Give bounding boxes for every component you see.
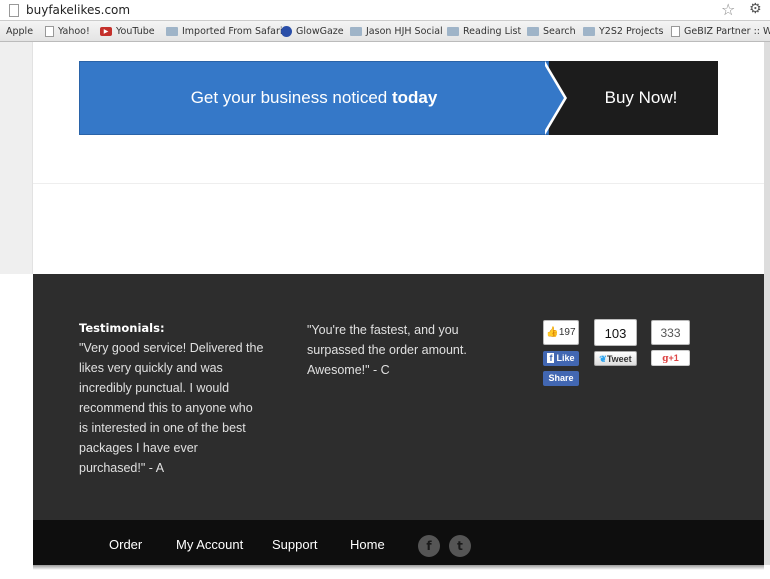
bookmark-jason[interactable]: Jason HJH Social xyxy=(350,26,443,37)
bookmark-reading-list[interactable]: Reading List xyxy=(447,26,521,37)
folder-icon xyxy=(527,27,539,36)
nav-support[interactable]: Support xyxy=(272,537,318,552)
bookmark-label: Apple xyxy=(6,26,34,37)
promo-banner[interactable]: Get your business noticed today Buy Now! xyxy=(79,61,718,135)
bookmark-glowgaze[interactable]: GlowGaze xyxy=(281,26,344,37)
facebook-like-button[interactable]: f Like xyxy=(543,351,579,366)
tweet-label: Tweet xyxy=(606,354,632,364)
facebook-icon[interactable]: f xyxy=(418,535,440,557)
facebook-share-button[interactable]: Share xyxy=(543,371,579,386)
banner-text: Get your business noticed today xyxy=(79,61,549,135)
divider xyxy=(33,183,764,184)
url-text[interactable]: buyfakelikes.com xyxy=(26,3,130,17)
bookmark-label: Reading List xyxy=(463,26,522,37)
address-bar[interactable]: buyfakelikes.com ☆ ⚙ xyxy=(0,0,770,21)
fb-count: 197 xyxy=(558,327,576,338)
bookmark-gebiz[interactable]: GeBIZ Partner :: We xyxy=(671,26,770,37)
glowgaze-icon xyxy=(281,26,292,37)
bookmark-label: Search xyxy=(543,26,576,37)
fb-like-label: Like xyxy=(556,353,575,363)
tweet-button[interactable]: ❦Tweet xyxy=(594,351,637,366)
folder-icon xyxy=(583,27,595,36)
nav-order[interactable]: Order xyxy=(109,537,142,552)
footer-nav: Order My Account Support Home f t xyxy=(33,520,764,565)
buy-now-button[interactable]: Buy Now! xyxy=(564,61,718,135)
bookmark-label: GlowGaze xyxy=(296,26,344,37)
bookmark-label: Imported From Safari xyxy=(182,26,283,37)
folder-icon xyxy=(447,27,459,36)
scrollbar[interactable] xyxy=(764,42,770,565)
bookmark-label: Jason HJH Social xyxy=(366,26,443,37)
plusone-count: 333 xyxy=(651,320,690,345)
bookmark-label: Yahoo! xyxy=(58,26,90,37)
thumbs-up-icon: 👍 xyxy=(546,327,559,338)
nav-home[interactable]: Home xyxy=(350,537,385,552)
page-icon xyxy=(671,26,680,37)
bookmarks-bar: Apple Yahoo! ▶ YouTube Imported From Safa… xyxy=(0,21,770,42)
folder-icon xyxy=(166,27,178,36)
google-plus-button[interactable]: g+1 xyxy=(651,350,690,366)
testimonials-footer: Testimonials: "Very good service! Delive… xyxy=(33,274,764,520)
bookmark-label: YouTube xyxy=(116,26,155,37)
testimonial-quote: "Very good service! Delivered the likes … xyxy=(79,341,264,475)
bookmark-apple[interactable]: Apple xyxy=(6,26,33,37)
facebook-like-count: 👍197 xyxy=(543,320,579,345)
facebook-icon: f xyxy=(547,353,555,363)
plusone-label: +1 xyxy=(668,353,679,363)
testimonials-heading: Testimonials: xyxy=(79,321,165,335)
nav-my-account[interactable]: My Account xyxy=(176,537,243,552)
wrench-icon[interactable]: ⚙ xyxy=(749,1,762,17)
page-icon xyxy=(9,4,19,17)
bookmark-y2s2[interactable]: Y2S2 Projects xyxy=(583,26,663,37)
bookmark-yahoo[interactable]: Yahoo! xyxy=(45,26,90,37)
bookmark-label: GeBIZ Partner :: We xyxy=(684,26,770,37)
bookmark-search[interactable]: Search xyxy=(527,26,576,37)
star-icon[interactable]: ☆ xyxy=(721,0,735,19)
testimonial-1: Testimonials: "Very good service! Delive… xyxy=(79,318,264,478)
bookmark-imported[interactable]: Imported From Safari xyxy=(166,26,283,37)
page-icon xyxy=(45,26,54,37)
banner-text-bold: today xyxy=(391,88,438,107)
twitter-icon[interactable]: t xyxy=(449,535,471,557)
left-margin xyxy=(0,42,33,274)
testimonial-2: "You're the fastest, and you surpassed t… xyxy=(307,323,467,377)
footer-shadow xyxy=(33,565,764,570)
bookmark-youtube[interactable]: ▶ YouTube xyxy=(100,26,155,37)
bookmark-label: Y2S2 Projects xyxy=(599,26,664,37)
folder-icon xyxy=(350,27,362,36)
tweet-count: 103 xyxy=(594,319,637,346)
twitter-bird-icon: ❦ xyxy=(599,354,607,364)
banner-text-main: Get your business noticed xyxy=(190,88,392,107)
youtube-icon: ▶ xyxy=(100,27,112,36)
